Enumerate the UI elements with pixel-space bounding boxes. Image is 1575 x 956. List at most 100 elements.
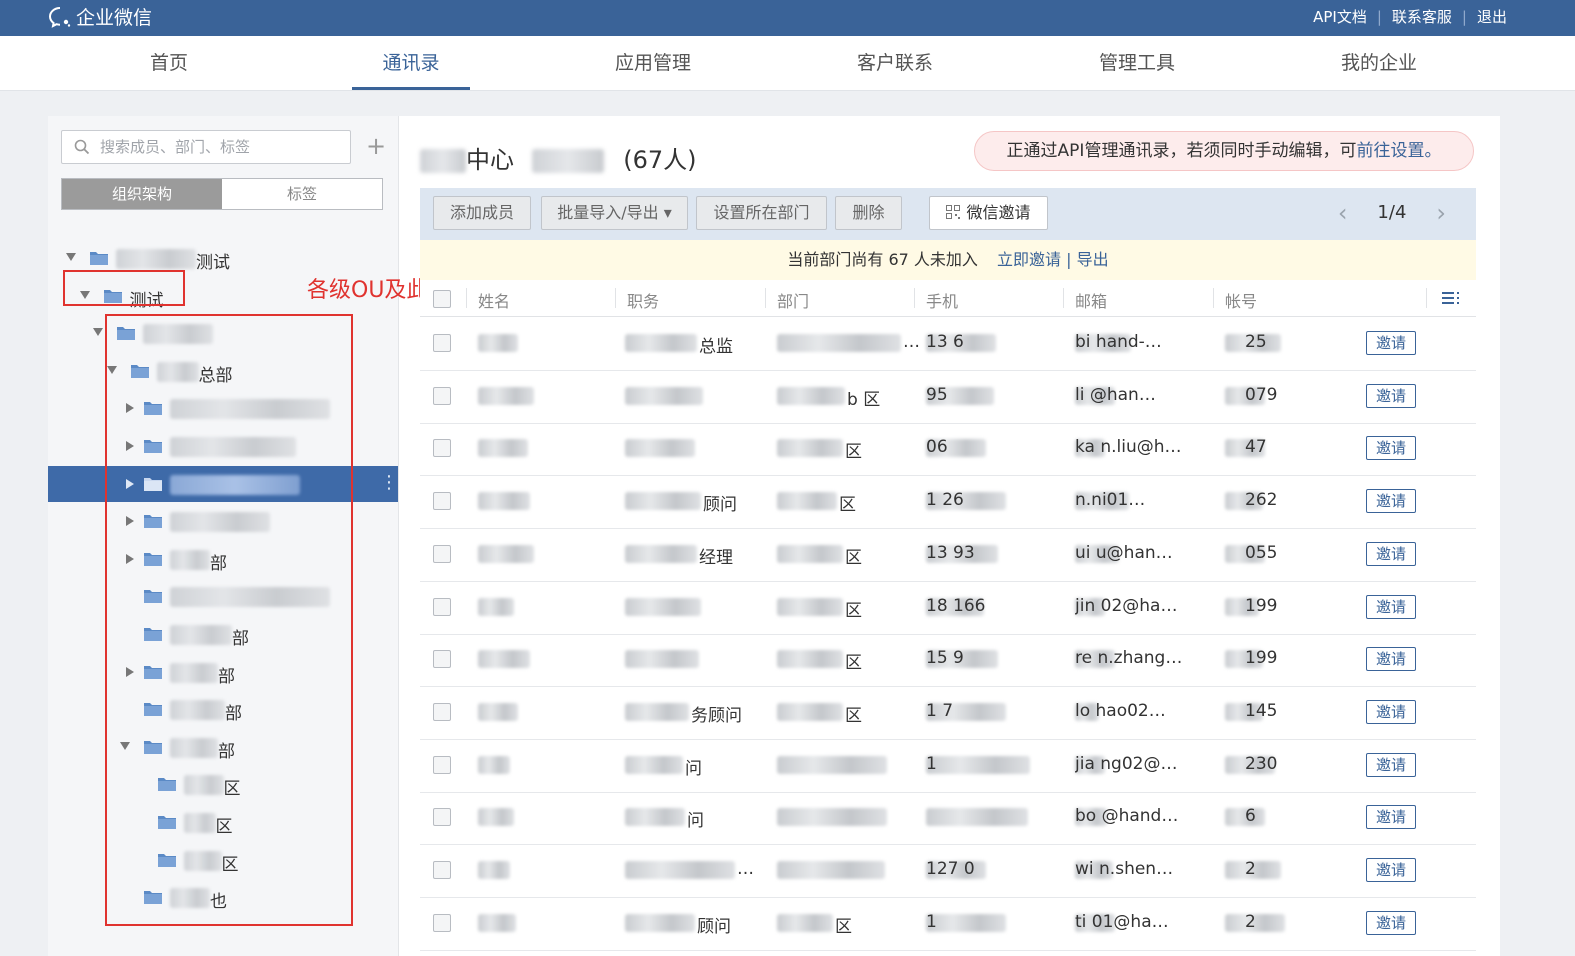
column-header-name[interactable]: 姓名 <box>478 288 510 312</box>
member-title: … <box>737 859 754 879</box>
member-department: 区 <box>845 653 862 674</box>
nav-my-company[interactable]: 我的企业 <box>1319 36 1439 90</box>
row-checkbox[interactable] <box>433 334 451 352</box>
invite-button[interactable]: 邀请 <box>1366 383 1416 408</box>
redacted-text <box>777 439 843 458</box>
table-row[interactable]: 问 1 jia ng02@… 230 邀请 <box>420 739 1476 793</box>
invite-button[interactable]: 邀请 <box>1366 647 1416 672</box>
row-checkbox[interactable] <box>433 650 451 669</box>
brand-name: 企业微信 <box>76 7 153 29</box>
add-icon[interactable]: + <box>366 134 386 158</box>
table-row[interactable]: 区 15 9 re n.zhang… 199 邀请 <box>420 633 1476 688</box>
invite-button[interactable]: 邀请 <box>1366 699 1416 724</box>
table-row[interactable]: 区 06 ka n.liu@h… 47 邀请 <box>420 422 1476 477</box>
table-row[interactable]: 经理 区 13 93 ui u@han… 055 邀请 <box>420 528 1476 582</box>
invite-button[interactable]: 邀请 <box>1366 436 1416 461</box>
divider <box>1213 288 1214 308</box>
next-page-icon[interactable]: › <box>1436 201 1446 225</box>
nav-home[interactable]: 首页 <box>109 36 229 90</box>
caret-down-icon[interactable] <box>93 328 103 337</box>
invite-button[interactable]: 邀请 <box>1366 331 1416 355</box>
delete-button[interactable]: 删除 <box>835 196 902 230</box>
invite-now-link[interactable]: 立即邀请 <box>997 250 1061 269</box>
set-department-button[interactable]: 设置所在部门 <box>696 196 827 230</box>
invite-button[interactable]: 邀请 <box>1366 910 1416 935</box>
row-checkbox[interactable] <box>433 439 451 458</box>
contact-support-link[interactable]: 联系客服 <box>1392 6 1452 27</box>
search-input[interactable] <box>98 137 342 157</box>
member-account: 145 <box>1245 700 1278 721</box>
nav-app-management[interactable]: 应用管理 <box>593 36 713 90</box>
export-link[interactable]: 导出 <box>1077 250 1109 269</box>
row-checkbox[interactable] <box>433 492 451 511</box>
wechat-invite-label: 微信邀请 <box>966 203 1031 222</box>
invite-button[interactable]: 邀请 <box>1366 489 1416 514</box>
column-settings-icon[interactable] <box>1442 291 1460 305</box>
row-checkbox[interactable] <box>433 544 451 563</box>
invite-button[interactable]: 邀请 <box>1366 594 1416 619</box>
nav-contacts[interactable]: 通讯录 <box>352 36 470 90</box>
table-row[interactable]: 务顾问 区 1 7 lo hao02… 145 邀请 <box>420 686 1476 740</box>
column-header-department[interactable]: 部门 <box>777 288 809 312</box>
table-row[interactable]: 顾问 区 1 26 n.ni01… 262 邀请 <box>420 475 1476 530</box>
nav-management-tools[interactable]: 管理工具 <box>1077 36 1197 90</box>
table-row[interactable]: 区 18 166 jin 02@ha… 199 邀请 <box>420 581 1476 635</box>
row-checkbox[interactable] <box>433 913 451 932</box>
unjoined-notice: 当前部门尚有 67 人未加入 立即邀请 | 导出 <box>420 240 1476 281</box>
redacted-text <box>478 492 530 511</box>
batch-import-export-button[interactable]: 批量导入/导出 ▾ <box>541 196 688 230</box>
member-email: ui u@han… <box>1075 542 1173 563</box>
redacted-text <box>777 597 843 616</box>
column-header-phone[interactable]: 手机 <box>926 288 958 312</box>
prev-page-icon[interactable]: ‹ <box>1338 201 1348 225</box>
tab-tags[interactable]: 标签 <box>222 179 382 209</box>
invite-button[interactable]: 邀请 <box>1366 541 1416 566</box>
redacted-text <box>478 808 514 827</box>
row-checkbox[interactable] <box>433 702 451 721</box>
folder-icon <box>90 252 108 265</box>
table-row[interactable]: b 区 95 li @han… 079 邀请 <box>420 370 1476 424</box>
row-checkbox[interactable] <box>433 808 451 827</box>
top-bar: 企业微信 API文档 | 联系客服 | 退出 <box>0 0 1575 36</box>
member-email: n.ni01… <box>1075 490 1146 511</box>
wechat-invite-button[interactable]: 微信邀请 <box>929 196 1048 230</box>
nav-customer-contact[interactable]: 客户联系 <box>835 36 955 90</box>
tab-org-structure[interactable]: 组织架构 <box>62 179 222 209</box>
add-member-button[interactable]: 添加成员 <box>433 196 531 230</box>
member-department: … <box>903 332 920 352</box>
select-all-checkbox[interactable] <box>433 290 451 308</box>
column-header-account[interactable]: 帐号 <box>1225 288 1257 312</box>
table-row[interactable]: 问 bo @hand… 6 邀请 <box>420 791 1476 846</box>
invite-button[interactable]: 邀请 <box>1366 805 1416 830</box>
row-checkbox[interactable] <box>433 597 451 616</box>
invite-button[interactable]: 邀请 <box>1366 752 1416 777</box>
go-settings-link[interactable]: 前往设置。 <box>1356 141 1441 161</box>
redacted-text <box>777 334 901 352</box>
divider <box>615 288 616 308</box>
main-panel: + 组织架构 标签 测试测试总部⋮部部部部部区区区也 各级OU及此OU下对应用户… <box>48 116 1500 956</box>
member-account: 2 <box>1245 911 1256 932</box>
column-header-title[interactable]: 职务 <box>627 288 659 312</box>
divider <box>1063 288 1064 308</box>
more-options-icon[interactable]: ⋮ <box>380 473 398 492</box>
table-row[interactable]: 总监 … 13 6 bi hand-… 25 邀请 <box>420 317 1476 371</box>
logo[interactable]: 企业微信 <box>48 3 152 30</box>
row-checkbox[interactable] <box>433 386 451 405</box>
redacted-text <box>777 861 885 879</box>
invite-button[interactable]: 邀请 <box>1366 858 1416 882</box>
member-account: 47 <box>1245 437 1267 458</box>
table-row[interactable]: 顾问 区 1 ti 01@ha… 2 邀请 <box>420 897 1476 951</box>
member-department: 区 <box>835 916 852 937</box>
divider <box>914 288 915 308</box>
logout-link[interactable]: 退出 <box>1477 6 1507 27</box>
caret-down-icon[interactable] <box>66 253 76 261</box>
column-header-email[interactable]: 邮箱 <box>1075 288 1107 312</box>
redacted-text <box>531 149 604 173</box>
row-checkbox[interactable] <box>433 755 451 774</box>
table-row[interactable]: … 127 0 wi n.shen… 2 邀请 <box>420 844 1476 898</box>
redacted-text <box>625 808 685 827</box>
api-docs-link[interactable]: API文档 <box>1313 6 1367 27</box>
divider <box>466 288 467 308</box>
search-box[interactable] <box>61 130 351 164</box>
row-checkbox[interactable] <box>433 861 451 879</box>
